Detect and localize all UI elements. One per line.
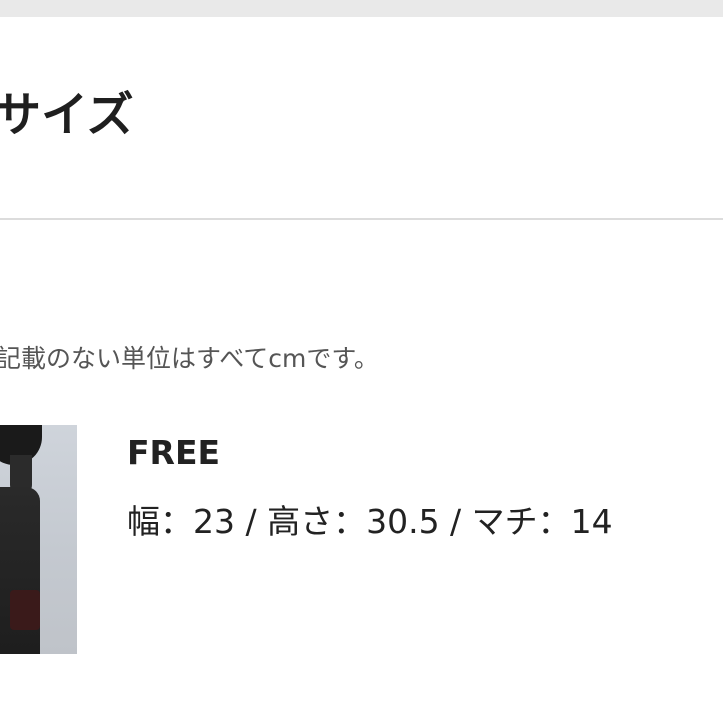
unit-note: 記載のない単位はすべてcmです。: [0, 344, 379, 373]
product-thumbnail[interactable]: [0, 425, 77, 654]
section-title: サイズ: [0, 88, 134, 143]
size-name: FREE: [127, 433, 221, 472]
thumbnail-bag-shape: [10, 590, 40, 630]
size-dimensions: 幅：23 / 高さ：30.5 / マチ：14: [127, 502, 613, 541]
top-bar: [0, 0, 723, 17]
divider: [0, 218, 723, 220]
